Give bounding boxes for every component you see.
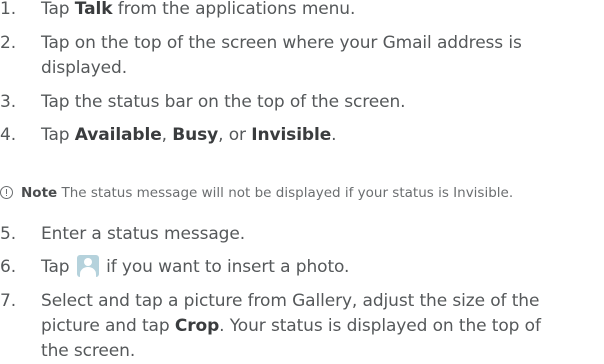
step-text: Tap Talk from the applications menu. — [41, 0, 356, 19]
step-text: Enter a status message. — [41, 224, 245, 244]
step-number: 6. — [0, 257, 17, 277]
step-text-line-2: displayed. — [41, 58, 128, 78]
instruction-document: 1. Tap Talk from the applications menu. … — [0, 0, 604, 361]
step-number: 4. — [0, 125, 17, 145]
step-number: 5. — [0, 224, 17, 244]
note-text: Note The status message will not be disp… — [21, 185, 514, 201]
step-text: Tap Available, Busy, or Invisible. — [41, 125, 337, 145]
status-busy: Busy — [172, 125, 219, 145]
status-invisible: Invisible — [251, 125, 332, 145]
step-text-line-1: Select and tap a picture from Gallery, a… — [41, 291, 540, 311]
step-number: 3. — [0, 92, 17, 112]
info-circle-icon — [0, 186, 13, 199]
person-photo-icon — [76, 255, 99, 277]
step-text: Tap the status bar on the top of the scr… — [41, 92, 406, 112]
step-number: 7. — [0, 291, 17, 311]
app-name-talk: Talk — [74, 0, 113, 19]
step-text-line-2: picture and tap Crop. Your status is dis… — [41, 316, 541, 336]
step-text-line-1: Tap on the top of the screen where your … — [41, 33, 522, 53]
step-number: 1. — [0, 0, 17, 19]
step-number: 2. — [0, 33, 17, 53]
note-label: Note — [21, 185, 58, 201]
action-crop: Crop — [174, 316, 220, 336]
step-text: Tap if you want to insert a photo. — [41, 255, 349, 280]
status-available: Available — [74, 125, 162, 145]
step-text-line-3: the screen. — [41, 341, 136, 361]
